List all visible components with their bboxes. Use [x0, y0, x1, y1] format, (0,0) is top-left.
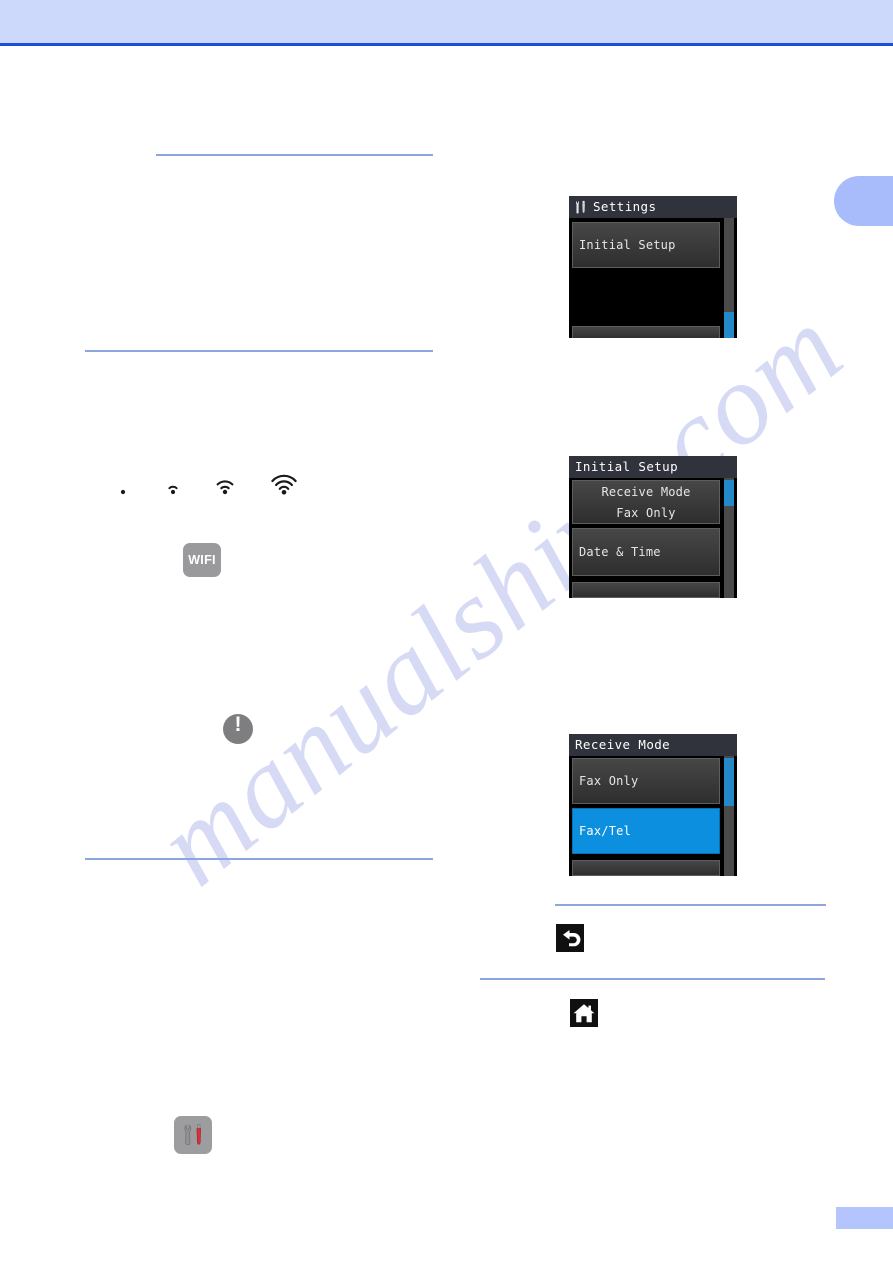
lcd-screen-initial-setup[interactable]: Initial Setup Receive Mode Fax Only Date… — [569, 456, 737, 598]
tools-icon — [184, 1124, 202, 1146]
left-rule-mid — [85, 350, 433, 352]
home-button[interactable] — [570, 999, 598, 1027]
lcd-body-initial-setup: Receive Mode Fax Only Date & Time — [569, 478, 737, 598]
wifi-1-bar-icon — [168, 485, 178, 495]
lcd-body-settings: Initial Setup — [569, 218, 737, 338]
right-content-column: Settings Initial Setup Initial Setup Rec… — [470, 0, 893, 1263]
lcd-row-partial-settings[interactable] — [572, 326, 720, 338]
lcd-row-receive-mode[interactable]: Receive Mode Fax Only — [572, 480, 720, 524]
lcd-screen-receive-mode[interactable]: Receive Mode Fax Only Fax/Tel — [569, 734, 737, 876]
right-rule-top — [555, 904, 826, 906]
wifi-button[interactable]: WIFI — [183, 543, 221, 577]
lcd-screen-settings[interactable]: Settings Initial Setup — [569, 196, 737, 338]
wifi-3-bars-icon — [271, 474, 297, 495]
wifi-0-bars-icon — [120, 489, 126, 495]
manual-page: manualshive.com WIFI ! Settings Initial … — [0, 0, 893, 1263]
lcd-title-receive-mode: Receive Mode — [569, 734, 737, 756]
lcd-scroll-thumb-initial-setup[interactable] — [724, 480, 734, 506]
home-icon — [573, 1004, 595, 1023]
lcd-title-initial-setup: Initial Setup — [569, 456, 737, 478]
back-button[interactable] — [556, 924, 584, 952]
lcd-row-partial-initial-setup[interactable] — [572, 582, 720, 598]
lcd-title-settings: Settings — [569, 196, 737, 218]
lcd-row-date-time[interactable]: Date & Time — [572, 528, 720, 576]
settings-tools-button[interactable] — [174, 1116, 212, 1154]
left-rule-lower — [85, 858, 433, 860]
lcd-tools-icon — [576, 200, 585, 214]
page-bottom-marker — [836, 1207, 893, 1229]
lcd-row-initial-setup[interactable]: Initial Setup — [572, 222, 720, 268]
wifi-signal-icon-row — [112, 472, 312, 502]
left-content-column: WIFI — [0, 0, 470, 1263]
lcd-row-fax-tel-selected[interactable]: Fax/Tel — [572, 808, 720, 854]
lcd-body-receive-mode: Fax Only Fax/Tel — [569, 756, 737, 876]
lcd-scroll-thumb-receive-mode[interactable] — [724, 758, 734, 806]
back-arrow-icon — [563, 930, 581, 947]
right-rule-lower — [480, 978, 825, 980]
warning-icon — [223, 713, 253, 744]
wifi-2-bars-icon — [216, 480, 234, 495]
lcd-row-partial-receive-mode[interactable] — [572, 860, 720, 876]
left-rule-top — [156, 154, 433, 156]
lcd-row-fax-only[interactable]: Fax Only — [572, 758, 720, 804]
lcd-scroll-thumb-settings[interactable] — [724, 312, 734, 338]
